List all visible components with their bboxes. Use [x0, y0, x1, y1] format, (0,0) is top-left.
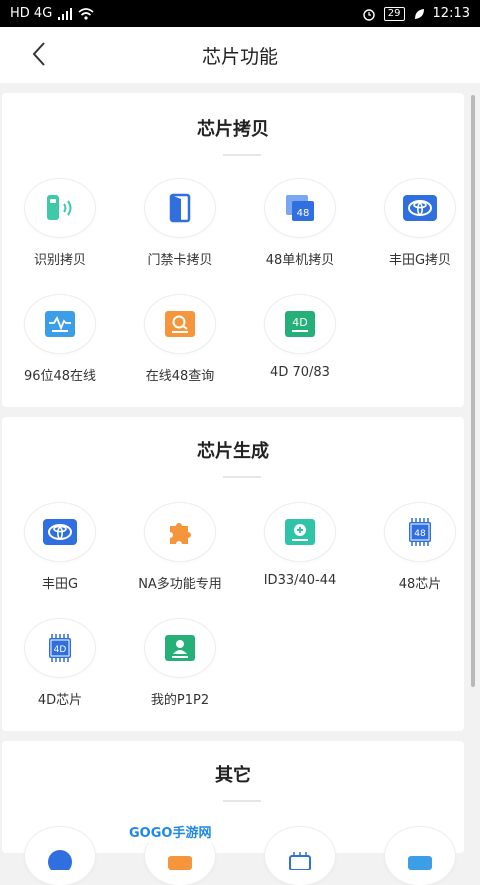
item-label: ID33/40-44 [263, 573, 337, 588]
toyota-icon [43, 519, 77, 545]
door-icon [169, 193, 191, 223]
item-4d-chip[interactable]: 4D 4D芯片 [0, 619, 120, 708]
blue-circle-icon [48, 850, 72, 870]
section-divider [223, 154, 261, 156]
section-title: 芯片生成 [197, 441, 269, 462]
chip-4d-icon: 4D [285, 311, 315, 337]
item-identify-copy[interactable]: 识别拷贝 [0, 179, 120, 268]
orange-tag-icon [168, 856, 192, 870]
item-label: 识别拷贝 [33, 253, 86, 268]
signal-icon [58, 7, 73, 20]
section-chip-generate: 芯片生成 丰田G NA多功能专用 ID33/40-44 48 48芯片 4D 4… [2, 417, 464, 731]
header: 芯片功能 [0, 27, 480, 83]
search-box-icon [165, 311, 195, 337]
item-label: 4D 70/83 [270, 365, 330, 380]
watermark-logo: GOGO手游网 [125, 820, 216, 843]
item-48-chip[interactable]: 48 48芯片 [360, 503, 480, 592]
item-other-3[interactable] [240, 827, 360, 885]
item-online-48-query[interactable]: 在线48查询 [120, 295, 240, 384]
item-other-4[interactable] [360, 827, 480, 885]
wifi-icon [78, 7, 94, 20]
page-title: 芯片功能 [201, 45, 278, 68]
svg-text:4D: 4D [292, 316, 307, 329]
item-96bit-48-online[interactable]: 96位48在线 [0, 295, 120, 384]
chip-48-icon: 48 [409, 518, 431, 546]
section-title: 芯片拷贝 [197, 119, 269, 140]
item-na-multifunction[interactable]: NA多功能专用 [120, 503, 240, 592]
item-door-card-copy[interactable]: 门禁卡拷贝 [120, 179, 240, 268]
section-title: 其它 [215, 765, 251, 786]
item-label: 48芯片 [398, 577, 442, 592]
item-label: 4D芯片 [37, 693, 83, 708]
status-bar: HD 4G 29 12:13 [0, 0, 480, 27]
leaf-icon [414, 8, 424, 19]
chip-4d-icon: 4D [49, 634, 71, 662]
item-label: 丰田G [41, 577, 79, 592]
puzzle-icon [170, 523, 191, 544]
item-id33-40-44[interactable]: ID33/40-44 [240, 503, 360, 588]
item-label: 在线48查询 [145, 369, 215, 384]
item-4d-70-83[interactable]: 4D 4D 70/83 [240, 295, 360, 380]
item-label: 丰田G拷贝 [388, 253, 452, 268]
svg-text:48: 48 [414, 529, 426, 539]
battery-indicator: 29 [383, 6, 405, 21]
item-toyota-g-copy[interactable]: 丰田G拷贝 [360, 179, 480, 268]
section-divider [223, 476, 261, 478]
toyota-icon [403, 195, 437, 221]
item-other-1[interactable] [0, 827, 120, 885]
svg-text:4D: 4D [54, 645, 67, 655]
clock: 12:13 [432, 6, 470, 21]
section-other: 其它 [2, 741, 464, 885]
item-label: 96位48在线 [23, 369, 97, 384]
back-arrow-icon[interactable] [28, 40, 52, 68]
item-label: NA多功能专用 [138, 577, 222, 592]
item-toyota-g[interactable]: 丰田G [0, 503, 120, 592]
network-indicator: HD 4G [10, 6, 53, 21]
card-scan-icon [47, 195, 72, 220]
svg-text:48: 48 [297, 208, 310, 219]
lightblue-card-icon [408, 856, 432, 870]
user-card-icon [165, 635, 195, 661]
item-label: 48单机拷贝 [265, 253, 335, 268]
chip-48-icon: 48 [286, 195, 314, 221]
plus-chip-icon [285, 519, 315, 545]
item-label: 我的P1P2 [150, 693, 210, 708]
section-divider [223, 800, 261, 802]
alarm-icon [363, 8, 375, 21]
item-my-p1p2[interactable]: 我的P1P2 [120, 619, 240, 708]
section-chip-copy: 芯片拷贝 识别拷贝 门禁卡拷贝 48 48单机拷贝 丰田G拷贝 96位48在线 … [2, 93, 464, 407]
scrollbar[interactable] [471, 95, 475, 687]
item-label: 门禁卡拷贝 [147, 253, 213, 268]
waveform-icon [45, 311, 75, 337]
chip-outline-icon [289, 852, 311, 870]
item-48-standalone-copy[interactable]: 48 48单机拷贝 [240, 179, 360, 268]
